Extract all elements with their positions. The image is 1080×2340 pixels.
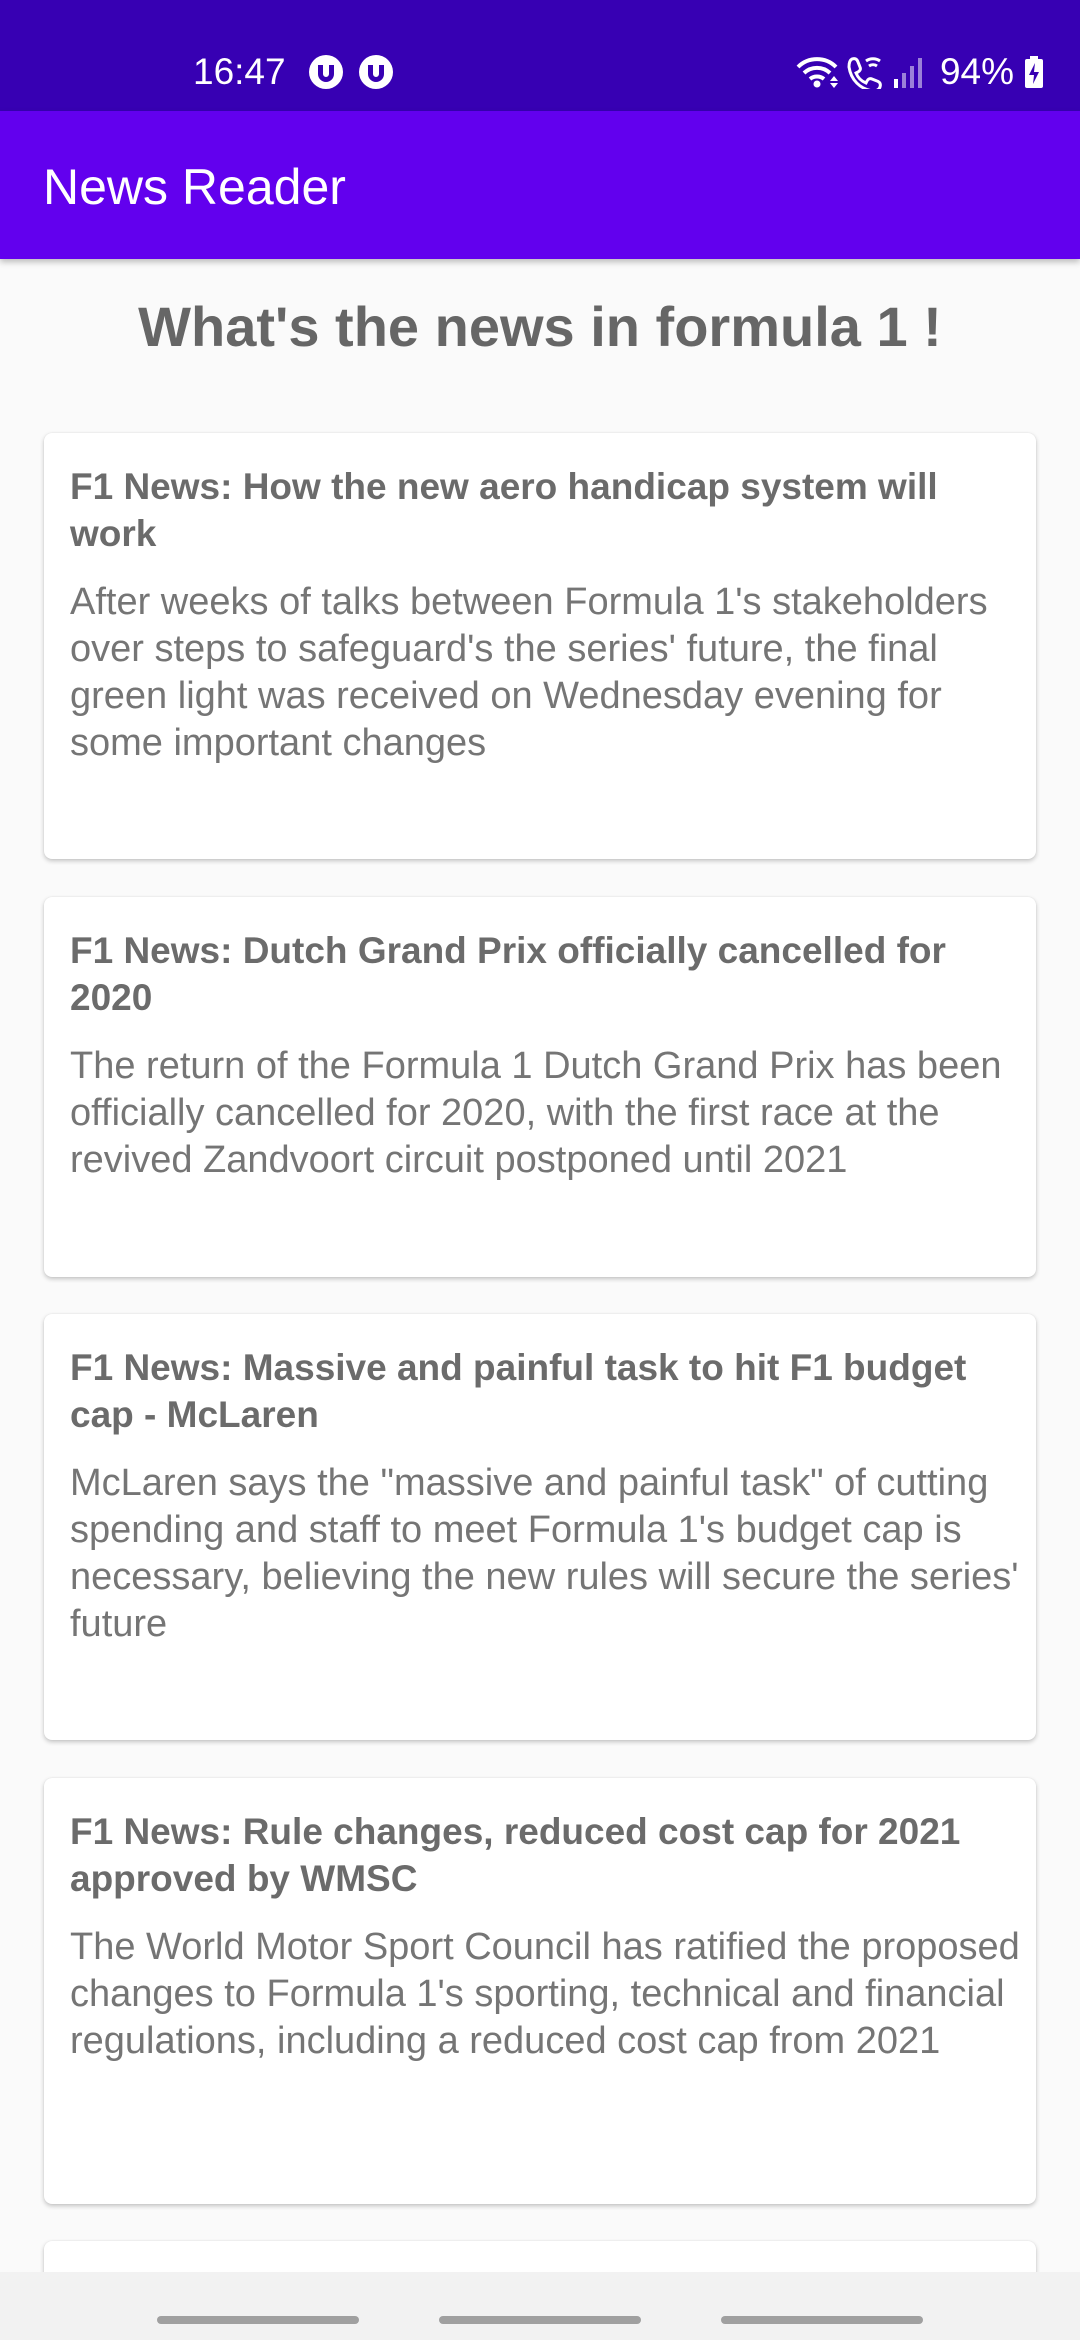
page-heading: What's the news in formula 1 ! [138, 295, 942, 358]
news-card[interactable]: F1 News: Rule changes, reduced cost cap … [44, 1778, 1036, 2204]
news-list[interactable]: What's the news in formula 1 ! F1 News: … [0, 259, 1080, 2272]
wifi-icon [796, 57, 838, 88]
nav-home-handle[interactable] [439, 2316, 641, 2324]
signal-icon [893, 58, 922, 88]
app-bar: News Reader [0, 111, 1080, 259]
news-card-description: After weeks of talks between Formula 1's… [70, 581, 988, 764]
wifi-calling-icon [847, 57, 882, 89]
status-indicators: 94% [796, 50, 1044, 94]
notification-app-icon [309, 55, 343, 89]
news-card-title: F1 News: Rule changes, reduced cost cap … [70, 1811, 961, 1899]
battery-charging-icon [1025, 56, 1043, 88]
status-time: 16:47 [193, 51, 286, 92]
news-card-title: F1 News: Massive and painful task to hit… [70, 1347, 967, 1435]
news-card-description: The World Motor Sport Council has ratifi… [70, 1926, 1020, 2062]
news-card-description: The return of the Formula 1 Dutch Grand … [70, 1045, 1002, 1181]
news-card-title: F1 News: Dutch Grand Prix officially can… [70, 930, 946, 1018]
news-card[interactable]: F1 News: How the new aero handicap syste… [44, 433, 1036, 859]
news-card-description: McLaren says the "massive and painful ta… [70, 1462, 1019, 1645]
notification-app-icon [359, 55, 393, 89]
nav-recents-handle[interactable] [157, 2316, 359, 2324]
news-card[interactable]: F1 News: Massive and painful task to hit… [44, 1314, 1036, 1740]
status-bar: 16:47 94% [0, 0, 1080, 111]
news-card[interactable] [44, 2241, 1036, 2272]
nav-back-handle[interactable] [721, 2316, 923, 2324]
battery-percentage: 94% [939, 51, 1014, 92]
app-title: News Reader [43, 159, 346, 215]
navigation-bar [0, 2272, 1080, 2340]
news-card-title: F1 News: How the new aero handicap syste… [70, 466, 938, 554]
news-card[interactable]: F1 News: Dutch Grand Prix officially can… [44, 897, 1036, 1277]
